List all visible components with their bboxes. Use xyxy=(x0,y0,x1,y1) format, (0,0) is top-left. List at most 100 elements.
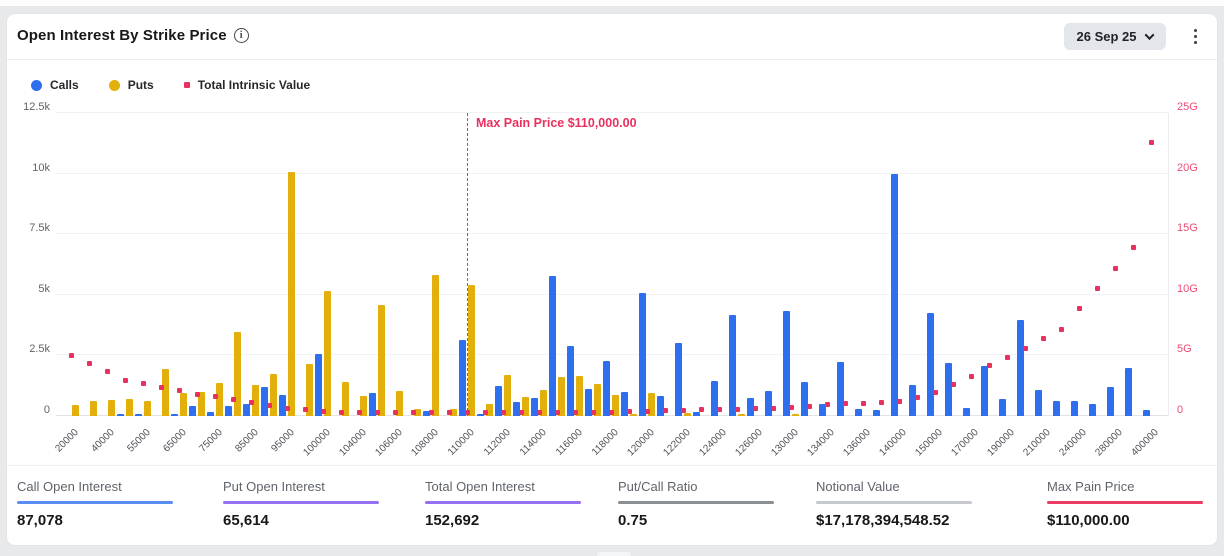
intrinsic-value-point[interactable] xyxy=(933,390,938,395)
intrinsic-value-point[interactable] xyxy=(627,409,632,414)
intrinsic-value-point[interactable] xyxy=(519,410,524,415)
put-bar[interactable] xyxy=(738,414,745,416)
strike-group-190000[interactable] xyxy=(998,113,1016,416)
intrinsic-value-point[interactable] xyxy=(879,400,884,405)
put-bar[interactable] xyxy=(270,374,277,416)
strike-group-20000[interactable] xyxy=(62,113,80,416)
call-bar[interactable] xyxy=(207,412,214,416)
info-icon[interactable]: i xyxy=(234,28,249,43)
call-bar[interactable] xyxy=(189,406,196,416)
intrinsic-value-point[interactable] xyxy=(609,410,614,415)
strike-group-200000[interactable] xyxy=(1016,113,1034,416)
intrinsic-value-point[interactable] xyxy=(753,406,758,411)
call-bar[interactable] xyxy=(981,366,988,416)
legend-item-puts[interactable]: Puts xyxy=(109,78,154,92)
intrinsic-value-point[interactable] xyxy=(177,388,182,393)
call-bar[interactable] xyxy=(243,404,250,416)
put-bar[interactable] xyxy=(108,400,115,416)
strike-group-123000[interactable] xyxy=(692,113,710,416)
put-bar[interactable] xyxy=(684,413,691,416)
call-bar[interactable] xyxy=(729,315,736,416)
legend-item-calls[interactable]: Calls xyxy=(31,78,79,92)
strike-group-138000[interactable] xyxy=(872,113,890,416)
strike-group-170000[interactable] xyxy=(962,113,980,416)
call-bar[interactable] xyxy=(783,311,790,416)
strike-group-85000[interactable] xyxy=(242,113,260,416)
intrinsic-value-point[interactable] xyxy=(1077,306,1082,311)
strike-group-90000[interactable] xyxy=(260,113,278,416)
intrinsic-value-point[interactable] xyxy=(357,410,362,415)
put-bar[interactable] xyxy=(216,383,223,416)
call-bar[interactable] xyxy=(117,414,124,416)
strike-group-100000[interactable] xyxy=(314,113,332,416)
call-bar[interactable] xyxy=(945,363,952,416)
call-bar[interactable] xyxy=(549,276,556,416)
strike-group-107000[interactable] xyxy=(404,113,422,416)
call-bar[interactable] xyxy=(603,361,610,416)
call-bar[interactable] xyxy=(1125,368,1132,416)
strike-group-108000[interactable] xyxy=(422,113,440,416)
strike-group-98000[interactable] xyxy=(296,113,314,416)
call-bar[interactable] xyxy=(171,414,178,416)
call-bar[interactable] xyxy=(315,354,322,416)
put-bar[interactable] xyxy=(90,401,97,416)
intrinsic-value-point[interactable] xyxy=(195,392,200,397)
strike-group-117000[interactable] xyxy=(584,113,602,416)
call-bar[interactable] xyxy=(963,408,970,416)
strike-group-104000[interactable] xyxy=(350,113,368,416)
strike-group-102000[interactable] xyxy=(332,113,350,416)
intrinsic-value-point[interactable] xyxy=(303,407,308,412)
put-bar[interactable] xyxy=(162,369,169,416)
intrinsic-value-point[interactable] xyxy=(897,399,902,404)
strike-group-75000[interactable] xyxy=(206,113,224,416)
call-bar[interactable] xyxy=(1017,320,1024,416)
intrinsic-value-point[interactable] xyxy=(501,410,506,415)
strike-group-134000[interactable] xyxy=(818,113,836,416)
strike-group-260000[interactable] xyxy=(1088,113,1106,416)
strike-group-160000[interactable] xyxy=(944,113,962,416)
strike-group-114000[interactable] xyxy=(530,113,548,416)
call-bar[interactable] xyxy=(639,293,646,416)
intrinsic-value-point[interactable] xyxy=(213,394,218,399)
intrinsic-value-point[interactable] xyxy=(699,407,704,412)
strike-group-150000[interactable] xyxy=(926,113,944,416)
call-bar[interactable] xyxy=(999,399,1006,416)
put-bar[interactable] xyxy=(378,305,385,416)
intrinsic-value-point[interactable] xyxy=(1059,327,1064,332)
strike-group-112000[interactable] xyxy=(494,113,512,416)
strike-group-95000[interactable] xyxy=(278,113,296,416)
intrinsic-value-point[interactable] xyxy=(1095,286,1100,291)
put-bar[interactable] xyxy=(288,172,295,416)
strike-group-116000[interactable] xyxy=(566,113,584,416)
strike-group-65000[interactable] xyxy=(170,113,188,416)
intrinsic-value-point[interactable] xyxy=(375,410,380,415)
strike-group-140000[interactable] xyxy=(890,113,908,416)
intrinsic-value-point[interactable] xyxy=(285,406,290,411)
strike-group-135000[interactable] xyxy=(836,113,854,416)
intrinsic-value-point[interactable] xyxy=(87,361,92,366)
intrinsic-value-point[interactable] xyxy=(987,363,992,368)
intrinsic-value-point[interactable] xyxy=(645,409,650,414)
strike-group-60000[interactable] xyxy=(152,113,170,416)
intrinsic-value-point[interactable] xyxy=(231,397,236,402)
strike-group-122000[interactable] xyxy=(674,113,692,416)
call-bar[interactable] xyxy=(927,313,934,416)
strike-group-106000[interactable] xyxy=(386,113,404,416)
strike-group-30000[interactable] xyxy=(80,113,98,416)
intrinsic-value-point[interactable] xyxy=(717,407,722,412)
intrinsic-value-point[interactable] xyxy=(123,378,128,383)
strike-group-121000[interactable] xyxy=(656,113,674,416)
put-bar[interactable] xyxy=(324,291,331,416)
call-bar[interactable] xyxy=(891,174,898,416)
call-bar[interactable] xyxy=(693,412,700,416)
intrinsic-value-point[interactable] xyxy=(861,401,866,406)
intrinsic-value-point[interactable] xyxy=(429,410,434,415)
call-bar[interactable] xyxy=(855,409,862,416)
intrinsic-value-point[interactable] xyxy=(339,410,344,415)
expiry-date-dropdown[interactable]: 26 Sep 25 xyxy=(1064,23,1166,50)
strike-group-128000[interactable] xyxy=(764,113,782,416)
call-bar[interactable] xyxy=(567,346,574,416)
strike-group-124000[interactable] xyxy=(710,113,728,416)
call-bar[interactable] xyxy=(459,340,466,416)
intrinsic-value-point[interactable] xyxy=(681,408,686,413)
